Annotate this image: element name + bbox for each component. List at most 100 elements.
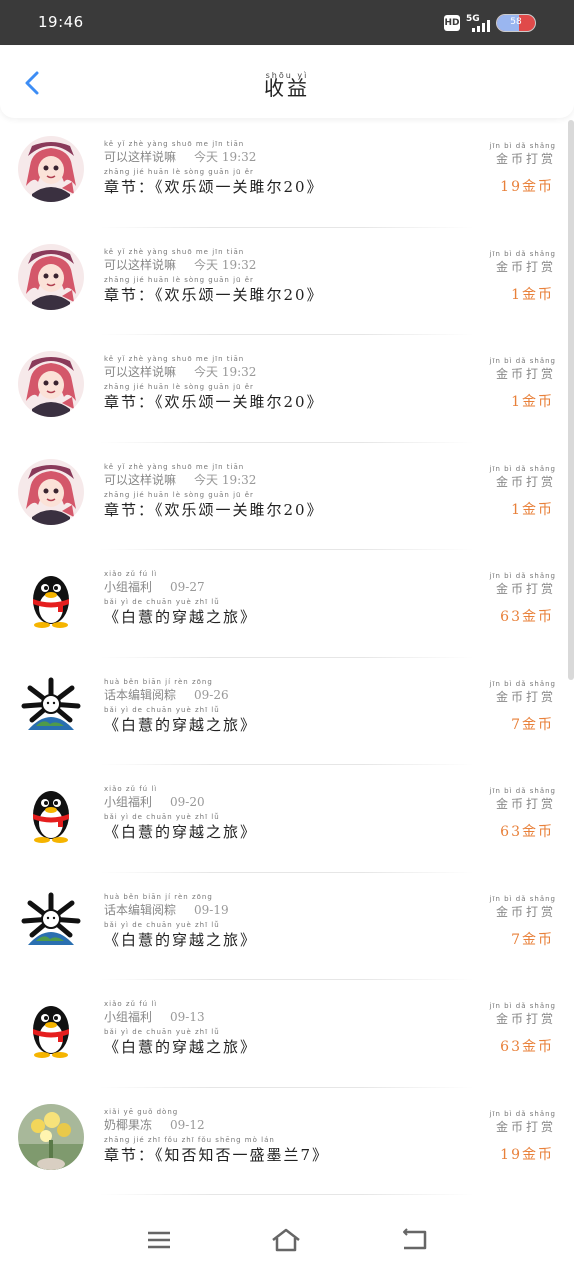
desc-pinyin: bǎi yì de chuān yuè zhī lǚ xyxy=(104,598,220,606)
record-description: 章节：《知否知否一盛墨兰7》 xyxy=(104,1145,330,1164)
avatar[interactable] xyxy=(18,136,84,202)
record-amount: 19金币 xyxy=(500,1146,554,1163)
record-time: 09-12 xyxy=(170,1117,205,1132)
record-row[interactable]: kě yǐ zhè yàng shuō me jīn tiān 可以这样说嘛 今天… xyxy=(0,120,574,228)
battery-icon: 58 xyxy=(496,14,536,32)
penguin-avatar-icon xyxy=(18,566,84,632)
avatar[interactable] xyxy=(18,1103,84,1170)
record-row[interactable]: kě yǐ zhè yàng shuō me jīn tiān 可以这样说嘛 今天… xyxy=(0,443,574,550)
record-meta: 话本编辑阅粽 09-19 xyxy=(104,901,229,918)
record-time: 今天 19:32 xyxy=(194,472,257,487)
record-description: 《白薏的穿越之旅》 xyxy=(104,608,258,626)
record-row[interactable]: xiǎo zǔ fú lì 小组福利 09-20 bǎi yì de chuān … xyxy=(0,765,574,873)
menu-button[interactable] xyxy=(143,1226,175,1254)
record-row[interactable]: huà běn biān jí rèn zōng 话本编辑阅粽 09-26 bǎi… xyxy=(0,658,574,765)
desc-pinyin: zhāng jié huān lè sòng guān jū ěr xyxy=(104,490,254,499)
avatar[interactable] xyxy=(18,888,84,955)
desc-pinyin: zhāng jié huān lè sòng guān jū ěr xyxy=(104,275,254,284)
record-amount: 7金币 xyxy=(511,931,554,948)
type-pinyin: jīn bì dǎ shǎng xyxy=(489,142,556,150)
anime-girl-avatar-icon xyxy=(18,458,84,525)
status-bar: 19:46 HD 5G 58 xyxy=(0,0,574,45)
record-source: 可以这样说嘛 xyxy=(104,472,177,487)
record-description: 《白薏的穿越之旅》 xyxy=(104,1038,258,1056)
record-time: 09-13 xyxy=(170,1010,205,1024)
record-description: 章节：《欢乐颂一关雎尔20》 xyxy=(104,285,324,304)
record-row[interactable]: xiǎo zǔ fú lì 小组福利 09-13 bǎi yì de chuān … xyxy=(0,980,574,1088)
source-pinyin: kě yǐ zhè yàng shuō me jīn tiān xyxy=(104,247,245,256)
penguin-avatar-icon xyxy=(18,781,84,847)
avatar[interactable] xyxy=(18,243,84,310)
record-source: 可以这样说嘛 xyxy=(104,150,177,164)
record-type: 金币打赏 xyxy=(495,904,556,919)
record-amount: 63金币 xyxy=(500,824,554,840)
record-time: 09-20 xyxy=(170,795,205,809)
home-button[interactable] xyxy=(270,1226,302,1254)
desc-pinyin: bǎi yì de chuān yuè zhī lǚ xyxy=(104,705,220,714)
record-amount: 1金币 xyxy=(511,501,554,518)
record-meta: 可以这样说嘛 今天 19:32 xyxy=(104,471,256,488)
record-time: 09-26 xyxy=(194,687,229,702)
source-pinyin: xiǎo zǔ fú lì xyxy=(104,785,158,793)
source-pinyin: kě yǐ zhè yàng shuō me jīn tiān xyxy=(104,462,245,471)
record-source: 可以这样说嘛 xyxy=(104,257,177,272)
record-meta: 可以这样说嘛 今天 19:32 xyxy=(104,148,256,165)
avatar[interactable] xyxy=(18,996,84,1062)
avatar[interactable] xyxy=(18,458,84,525)
menu-icon xyxy=(148,1231,170,1249)
income-list: kě yǐ zhè yàng shuō me jīn tiān 可以这样说嘛今天… xyxy=(0,120,574,1195)
record-amount: 19金币 xyxy=(500,179,554,195)
desc-pinyin: bǎi yì de chuān yuè zhī lǚ xyxy=(104,920,220,929)
avatar[interactable] xyxy=(18,566,84,632)
avatar[interactable] xyxy=(18,351,84,417)
record-description: 章节：《欢乐颂一关雎尔20》 xyxy=(104,393,324,411)
nav-back-button[interactable] xyxy=(398,1226,430,1254)
avatar[interactable] xyxy=(18,673,84,740)
record-source: 小组福利 xyxy=(104,795,153,809)
record-row[interactable]: xiǎo zǔ fú lì 小组福利 09-27 bǎi yì de chuān … xyxy=(0,550,574,658)
record-row[interactable]: huà běn biān jí rèn zōng 话本编辑阅粽 09-19 bǎi… xyxy=(0,873,574,980)
record-meta: 可以这样说嘛 今天 19:32 xyxy=(104,363,256,380)
record-row[interactable]: kě yǐ zhè yàng shuō me jīn tiān 可以这样说嘛 今天… xyxy=(0,228,574,335)
type-pinyin: jīn bì dǎ shǎng xyxy=(489,1109,556,1118)
anime-girl-avatar-icon xyxy=(18,136,84,202)
record-source: 可以这样说嘛 xyxy=(104,365,177,379)
record-type: 金币打赏 xyxy=(495,689,556,704)
source-pinyin: huà běn biān jí rèn zōng xyxy=(104,892,213,901)
globe-avatar-icon xyxy=(18,673,84,740)
flowers-photo-avatar-icon xyxy=(18,1103,84,1170)
type-pinyin: jīn bì dǎ shǎng xyxy=(489,787,556,795)
record-amount: 1金币 xyxy=(511,286,554,303)
hd-icon: HD xyxy=(444,15,460,31)
record-source: 奶椰果冻 xyxy=(104,1117,153,1132)
record-type: 金币打赏 xyxy=(495,152,556,166)
desc-pinyin: zhāng jié huān lè sòng guān jū ěr xyxy=(104,168,254,176)
record-time: 09-19 xyxy=(194,902,229,917)
type-pinyin: jīn bì dǎ shǎng xyxy=(489,464,556,473)
record-row[interactable]: kě yǐ zhè yàng shuō me jīn tiān 可以这样说嘛 今天… xyxy=(0,335,574,443)
record-meta: 小组福利 09-13 xyxy=(104,1008,205,1025)
source-pinyin: xiǎo zǔ fú lì xyxy=(104,1000,158,1008)
record-source: 话本编辑阅粽 xyxy=(104,902,177,917)
record-type: 金币打赏 xyxy=(495,474,556,489)
status-icons: HD 5G 58 xyxy=(444,12,536,34)
avatar[interactable] xyxy=(18,781,84,847)
record-source: 小组福利 xyxy=(104,580,153,594)
type-pinyin: jīn bì dǎ shǎng xyxy=(489,894,556,903)
status-time: 19:46 xyxy=(38,13,84,31)
desc-pinyin: bǎi yì de chuān yuè zhī lǚ xyxy=(104,1028,220,1036)
back-icon xyxy=(403,1228,427,1250)
desc-pinyin: zhāng jié zhī fǒu zhī fǒu shēng mò lán xyxy=(104,1135,275,1144)
record-source: 小组福利 xyxy=(104,1010,153,1024)
header: shōu yì 收益 xyxy=(0,46,574,118)
source-pinyin: kě yǐ zhè yàng shuō me jīn tiān xyxy=(104,140,245,148)
type-pinyin: jīn bì dǎ shǎng xyxy=(489,679,556,688)
record-meta: 小组福利 09-27 xyxy=(104,578,205,595)
home-icon xyxy=(272,1228,300,1252)
type-pinyin: jīn bì dǎ shǎng xyxy=(489,572,556,580)
record-row[interactable]: xiǎi yē guǒ dòng 奶椰果冻 09-12 zhāng jié zhī… xyxy=(0,1088,574,1195)
record-meta: 奶椰果冻 09-12 xyxy=(104,1116,205,1133)
source-pinyin: huà běn biān jí rèn zōng xyxy=(104,677,213,686)
record-description: 《白薏的穿越之旅》 xyxy=(104,715,258,734)
record-description: 章节：《欢乐颂一关雎尔20》 xyxy=(104,178,324,196)
